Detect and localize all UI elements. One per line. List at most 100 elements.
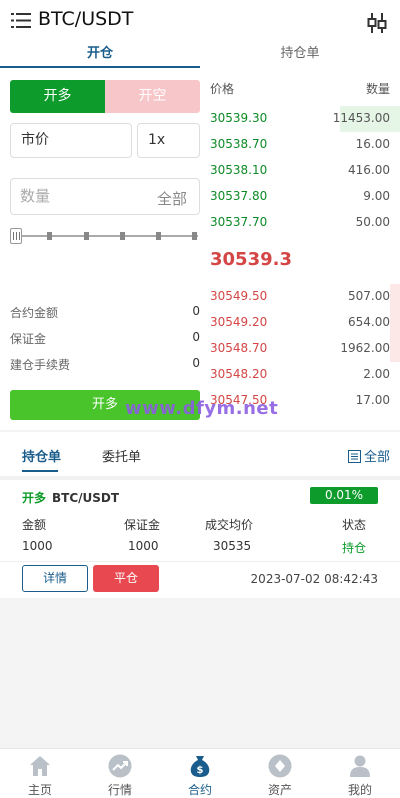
open-fee-value: 0: [192, 356, 200, 370]
quantity-slider[interactable]: [10, 228, 200, 244]
bid-depth-bar: [390, 284, 400, 310]
bid-quantity: 507.00: [348, 289, 390, 303]
bid-price: 30549.50: [210, 289, 268, 303]
nav-market[interactable]: 行情: [80, 749, 160, 798]
ask-row[interactable]: 30538.10 416.00: [200, 158, 400, 184]
open-long-toggle[interactable]: 开多: [10, 80, 105, 113]
open-short-toggle[interactable]: 开空: [105, 80, 200, 113]
bid-depth-bar: [390, 336, 400, 362]
bid-quantity: 1962.00: [340, 341, 390, 355]
open-fee-label: 建仓手续费: [10, 358, 71, 372]
app-header: BTC/USDT: [0, 0, 400, 40]
quantity-field: 全部: [10, 178, 200, 215]
ask-quantity: 16.00: [355, 137, 390, 151]
contract-amount-label: 合约金额: [10, 306, 59, 320]
nav-home[interactable]: 主页: [0, 749, 80, 798]
nav-profile[interactable]: 我的: [320, 749, 400, 798]
row-separator: [0, 561, 400, 562]
bid-price: 30548.70: [210, 341, 268, 355]
slider-tick[interactable]: [84, 232, 89, 240]
trade-tabs: 开仓 持仓单: [0, 40, 400, 68]
list-icon: [347, 450, 361, 463]
status-label: 状态: [342, 518, 367, 532]
amount-label: 金额: [22, 518, 47, 532]
page-title[interactable]: BTC/USDT: [38, 8, 133, 30]
assets-diamond-icon: [268, 754, 292, 778]
position-symbol: BTC/USDT: [52, 491, 120, 505]
ask-quantity: 416.00: [348, 163, 390, 177]
ask-row[interactable]: 30537.80 9.00: [200, 184, 400, 210]
margin-label: 保证金: [10, 332, 47, 346]
slider-tick[interactable]: [192, 232, 197, 240]
ask-row[interactable]: 30538.70 16.00: [200, 132, 400, 158]
hamburger-menu-icon[interactable]: [11, 12, 31, 29]
slider-tick[interactable]: [120, 232, 125, 240]
ask-quantity: 9.00: [363, 189, 390, 203]
nav-home-label: 主页: [27, 783, 52, 797]
bid-row[interactable]: 30548.20 2.00: [200, 362, 400, 388]
slider-handle[interactable]: [10, 228, 22, 244]
orderbook-qty-header: 数量: [365, 82, 390, 96]
bid-quantity: 17.00: [355, 393, 390, 407]
view-all-link[interactable]: 全部: [347, 446, 390, 465]
ask-quantity: 50.00: [355, 215, 390, 229]
avg-price-value: 30535: [213, 539, 252, 553]
bid-row[interactable]: 30548.70 1962.00: [200, 336, 400, 362]
amount-value: 1000: [22, 539, 53, 553]
last-price: 30539.3: [210, 249, 292, 270]
watermark: www.dfym.net: [125, 398, 279, 419]
bid-row[interactable]: 30549.50 507.00: [200, 284, 400, 310]
view-all-label: 全部: [363, 450, 390, 465]
candlestick-filter-icon[interactable]: [366, 12, 388, 34]
contract-money-bag-icon: $: [190, 756, 210, 777]
margin-col-value: 1000: [128, 539, 159, 553]
bid-price: 30549.20: [210, 315, 268, 329]
profile-icon: [350, 755, 370, 777]
ask-price: 30537.70: [210, 215, 268, 229]
price-type-select[interactable]: 市价: [10, 123, 132, 158]
nav-assets-label: 资产: [267, 783, 292, 797]
nav-contract-label: 合约: [187, 783, 212, 797]
margin-row: 保证金 0: [10, 330, 200, 350]
orderbook-price-header: 价格: [210, 82, 235, 96]
nav-market-label: 行情: [107, 783, 132, 797]
nav-assets[interactable]: 资产: [240, 749, 320, 798]
quantity-all-button[interactable]: 全部: [157, 188, 187, 209]
bid-row[interactable]: 30549.20 654.00: [200, 310, 400, 336]
slider-tick[interactable]: [47, 232, 52, 240]
contract-amount-value: 0: [192, 304, 200, 318]
trade-panel: 开多 开空 市价 1x 全部 合约金额 0 保证金 0 建仓手续费 0 开多 价…: [0, 68, 400, 430]
ask-price: 30538.70: [210, 137, 268, 151]
close-position-button[interactable]: 平仓: [93, 565, 159, 592]
margin-value: 0: [192, 330, 200, 344]
ask-row[interactable]: 30537.70 50.00: [200, 210, 400, 236]
nav-profile-label: 我的: [347, 783, 372, 797]
return-rate-badge: 0.01%: [310, 487, 378, 504]
margin-col-label: 保证金: [124, 518, 161, 532]
detail-button[interactable]: 详情: [22, 565, 88, 592]
nav-contract[interactable]: $ 合约: [160, 749, 240, 798]
position-title: 开多 BTC/USDT: [22, 489, 119, 506]
slider-track: [14, 235, 198, 237]
bid-quantity: 2.00: [363, 367, 390, 381]
positions-tab-indicator: [22, 470, 58, 472]
ask-price: 30538.10: [210, 163, 268, 177]
orderbook-header: 价格 数量: [210, 80, 390, 97]
slider-tick[interactable]: [156, 232, 161, 240]
ask-price: 30539.30: [210, 111, 268, 125]
ask-price: 30537.80: [210, 189, 268, 203]
bid-depth-bar: [390, 310, 400, 336]
tab-open-position[interactable]: 开仓: [0, 42, 200, 68]
tab-entrust-orders[interactable]: 委托单: [102, 446, 141, 465]
ask-quantity: 11453.00: [332, 111, 390, 125]
quantity-input[interactable]: [20, 187, 140, 205]
open-fee-row: 建仓手续费 0: [10, 356, 200, 376]
leverage-select[interactable]: 1x: [137, 123, 200, 158]
tab-positions[interactable]: 持仓单: [22, 446, 61, 465]
svg-text:$: $: [197, 765, 204, 776]
ask-row[interactable]: 30539.30 11453.00: [200, 106, 400, 132]
avg-price-label: 成交均价: [205, 518, 254, 532]
tab-position-orders[interactable]: 持仓单: [200, 42, 400, 68]
contract-amount-row: 合约金额 0: [10, 304, 200, 324]
section-divider: [0, 476, 400, 480]
